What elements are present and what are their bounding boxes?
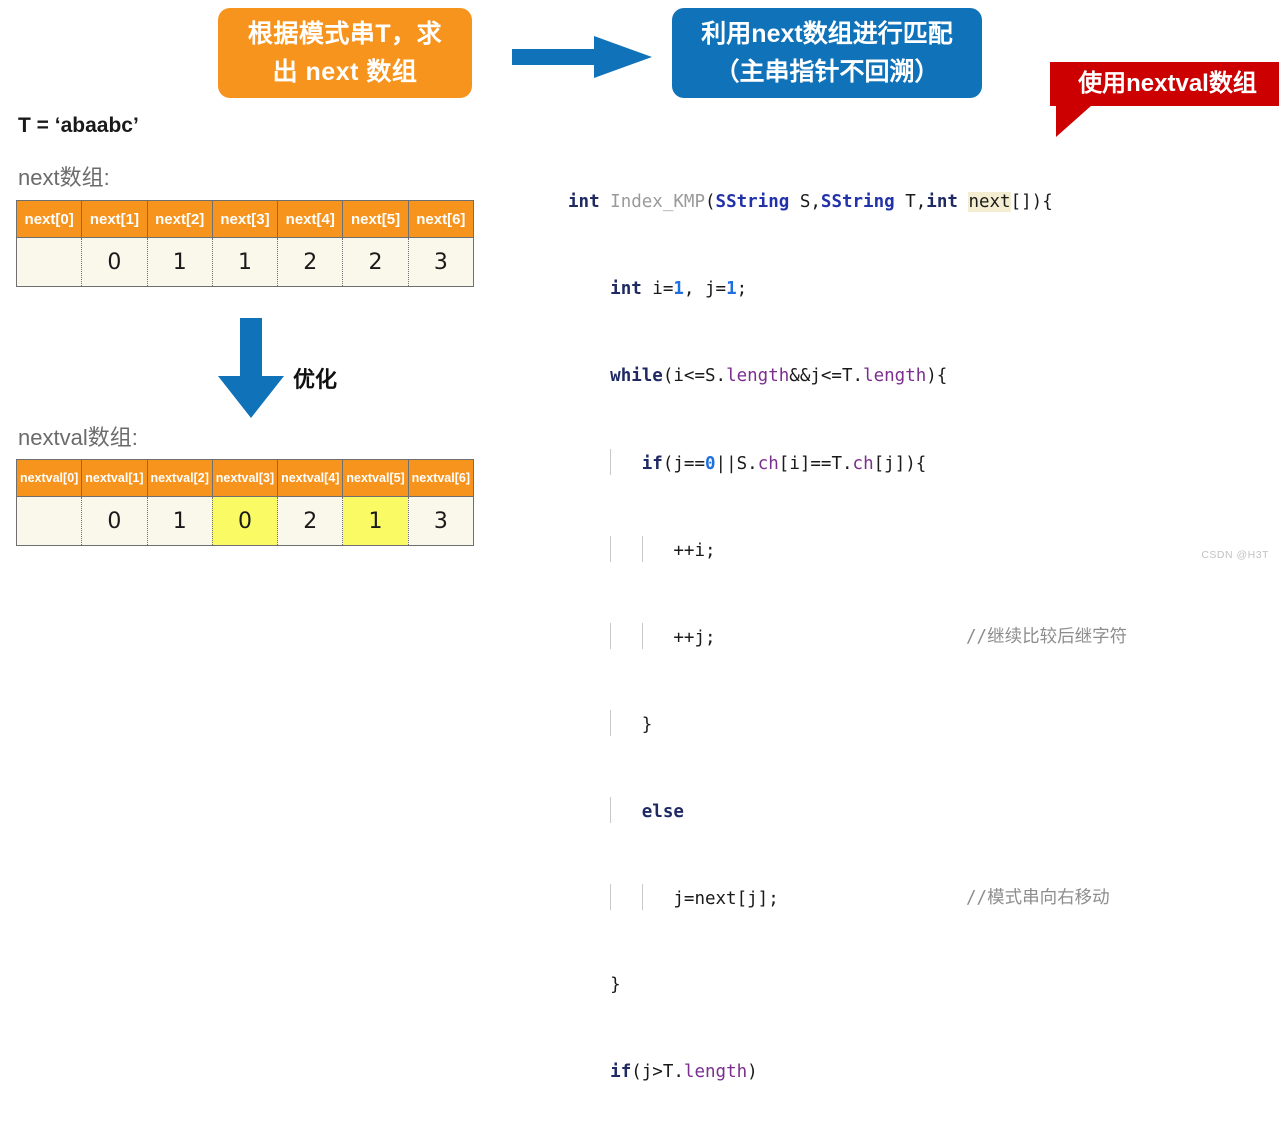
next-header-1: next[1] [81, 200, 148, 238]
code-line-9: j=next[j];//模式串向右移动 [568, 884, 1110, 913]
red-callout-tail-icon [1056, 105, 1092, 137]
code-line-10: } [568, 975, 621, 995]
blue-callout-line2: （主串指针不回溯） [714, 58, 940, 86]
highlighted-next-token: next [968, 192, 1011, 212]
code-comment-shift-pattern: //模式串向右移动 [966, 888, 1110, 908]
table-row: 0 1 0 2 1 3 [15, 496, 475, 546]
right-block-arrow-icon [512, 36, 652, 78]
code-line-5: ++i; [568, 536, 1053, 565]
nextval-header-5: nextval[5] [342, 459, 409, 497]
next-value-5: 2 [342, 237, 409, 287]
nextval-header-0: nextval[0] [15, 459, 83, 497]
code-line-1: int Index_KMP(SString S,SString T,int ne… [568, 192, 1053, 212]
next-value-0 [15, 237, 83, 287]
blue-callout-line1: 利用next数组进行匹配 [701, 20, 953, 48]
next-header-0: next[0] [15, 200, 83, 238]
next-value-3: 1 [211, 237, 279, 287]
next-array-table: next[0] next[1] next[2] next[3] next[4] … [15, 200, 475, 287]
nextval-array-table: nextval[0] nextval[1] nextval[2] nextval… [15, 459, 475, 546]
next-value-1: 0 [81, 237, 148, 287]
code-line-3: while(i<=S.length&&j<=T.length){ [610, 366, 948, 386]
code-line-8: else [568, 797, 1053, 826]
nextval-value-2: 1 [146, 496, 213, 546]
code-line-11: if(j>T.length) [610, 1062, 758, 1082]
code-line-2: int i=1, j=1; [610, 279, 748, 299]
nextval-value-5: 1 [342, 496, 409, 546]
nextval-value-0 [15, 496, 83, 546]
next-value-6: 3 [407, 237, 475, 287]
next-value-4: 2 [277, 237, 344, 287]
next-header-5: next[5] [342, 200, 409, 238]
nextval-value-6: 3 [407, 496, 475, 546]
orange-callout-box: 根据模式串T，求 出 next 数组 [218, 8, 472, 98]
nextval-header-4: nextval[4] [277, 459, 344, 497]
next-header-2: next[2] [146, 200, 213, 238]
nextval-value-3: 0 [211, 496, 279, 546]
orange-callout-line1: 根据模式串T，求 [247, 20, 443, 48]
code-line-4: if(j==0||S.ch[i]==T.ch[j]){ [568, 449, 1053, 478]
table-header-row: next[0] next[1] next[2] next[3] next[4] … [15, 200, 475, 238]
table-header-row: nextval[0] nextval[1] nextval[2] nextval… [15, 459, 475, 497]
red-callout-bubble: 使用nextval数组 [1050, 62, 1279, 137]
nextval-header-3: nextval[3] [211, 459, 279, 497]
nextval-header-2: nextval[2] [146, 459, 213, 497]
code-listing: int Index_KMP(SString S,SString T,int ne… [568, 130, 1127, 1134]
code-line-6: ++j;//继续比较后继字符 [568, 623, 1127, 652]
next-value-2: 1 [146, 237, 213, 287]
next-array-caption: next数组: [18, 165, 110, 190]
optimize-label: 优化 [293, 367, 338, 392]
nextval-value-1: 0 [81, 496, 148, 546]
orange-callout-line2: 出 next 数组 [272, 58, 418, 86]
next-header-6: next[6] [407, 200, 475, 238]
code-comment-increment-j: //继续比较后继字符 [966, 627, 1128, 647]
nextval-value-4: 2 [277, 496, 344, 546]
next-header-3: next[3] [211, 200, 279, 238]
red-callout-label: 使用nextval数组 [1050, 62, 1279, 106]
nextval-header-6: nextval[6] [407, 459, 475, 497]
nextval-array-caption: nextval数组: [18, 425, 138, 450]
code-line-7: } [568, 710, 1053, 739]
nextval-header-1: nextval[1] [81, 459, 148, 497]
blue-callout-box: 利用next数组进行匹配 （主串指针不回溯） [672, 8, 982, 98]
watermark-label: CSDN @H3T [1201, 549, 1269, 561]
pattern-string-label: T = ‘abaabc’ [18, 114, 139, 137]
down-block-arrow-icon [218, 318, 284, 418]
table-row: 0 1 1 2 2 3 [15, 237, 475, 287]
next-header-4: next[4] [277, 200, 344, 238]
